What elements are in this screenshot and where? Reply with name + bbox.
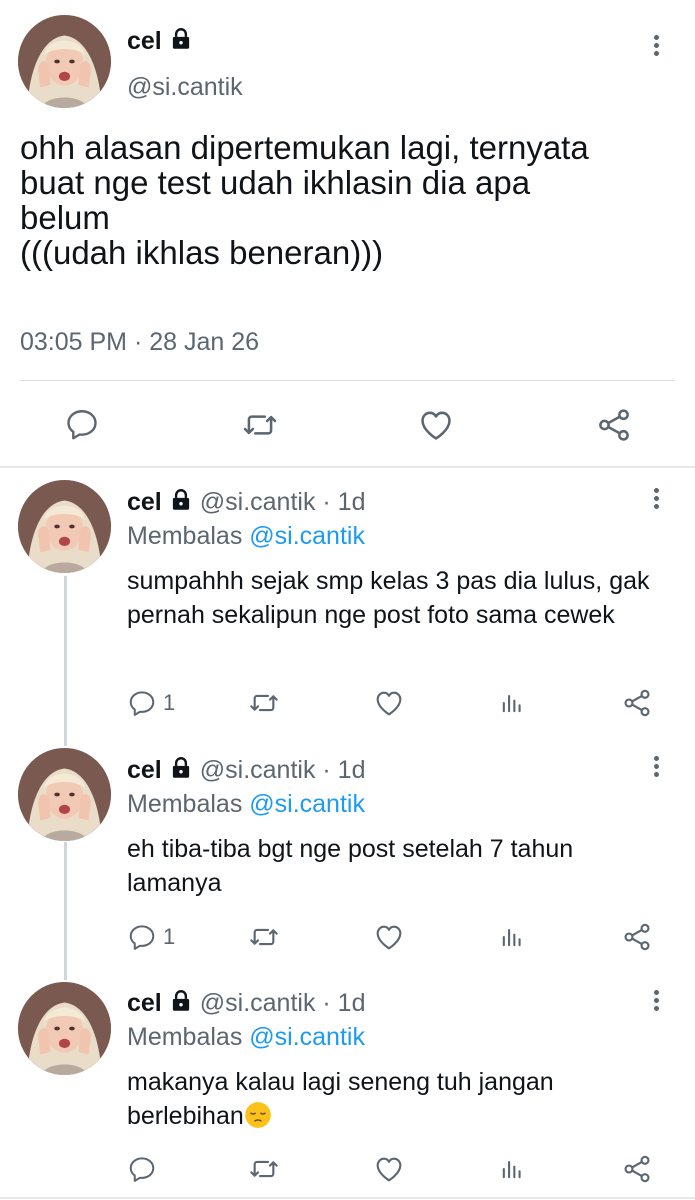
tweet-timestamp[interactable]: 03:05 PM · 28 Jan 26 (20, 328, 259, 357)
views-icon (498, 922, 526, 952)
share-button[interactable] (621, 921, 653, 953)
reply-header[interactable]: cel @si.cantik · 1d (127, 988, 365, 1018)
views-button[interactable] (498, 922, 526, 952)
avatar[interactable] (18, 982, 111, 1075)
replying-to-mention[interactable]: @si.cantik (249, 522, 365, 550)
avatar-image (18, 480, 111, 573)
reply-button[interactable]: 1 (127, 922, 175, 952)
share-button[interactable] (595, 406, 633, 444)
pensive-face-emoji (244, 1101, 272, 1129)
author-name[interactable]: cel (127, 26, 194, 56)
author-handle-time: @si.cantik · 1d (199, 756, 366, 784)
lock-icon (168, 487, 194, 513)
replying-to-mention[interactable]: @si.cantik (249, 790, 365, 818)
like-button[interactable] (373, 921, 405, 953)
reply-text: eh tiba-tiba bgt nge post setelah 7 tahu… (127, 835, 574, 897)
author-handle-time: @si.cantik · 1d (199, 989, 366, 1017)
avatar[interactable] (18, 480, 111, 573)
avatar-image (18, 15, 111, 108)
author-name-text: cel (127, 27, 162, 55)
thread-line (64, 842, 67, 980)
thread-line (64, 576, 67, 746)
divider (20, 380, 675, 381)
avatar-image (18, 748, 111, 841)
replying-to-prefix: Membalas (127, 790, 250, 818)
like-button[interactable] (373, 1153, 405, 1185)
reply-count: 1 (163, 690, 176, 715)
share-button[interactable] (621, 687, 653, 719)
avatar[interactable] (18, 15, 111, 108)
retweet-button[interactable] (248, 921, 280, 953)
reply-header[interactable]: cel @si.cantik · 1d (127, 755, 365, 785)
reply-icon (127, 922, 157, 952)
views-icon (498, 1154, 526, 1184)
share-icon (621, 921, 653, 953)
share-icon (595, 406, 633, 444)
lock-icon (168, 755, 194, 781)
reply-icon (64, 406, 100, 442)
reply-text-content: makanya kalau lagi seneng tuh jangan ber… (127, 1068, 554, 1130)
like-button[interactable] (373, 687, 405, 719)
reply-icon (127, 688, 157, 718)
retweet-icon (248, 1153, 280, 1185)
like-icon (373, 1153, 405, 1185)
reply-button[interactable] (64, 406, 100, 442)
like-button[interactable] (417, 406, 455, 444)
replying-to: Membalas @si.cantik (127, 790, 365, 819)
share-icon (621, 1153, 653, 1185)
share-button[interactable] (621, 1153, 653, 1185)
like-icon (373, 687, 405, 719)
retweet-button[interactable] (248, 687, 280, 719)
replying-to-prefix: Membalas (127, 522, 250, 550)
reply-button[interactable] (127, 1154, 163, 1184)
share-icon (621, 687, 653, 719)
reply-button[interactable]: 1 (127, 688, 175, 718)
views-button[interactable] (498, 688, 526, 718)
more-icon[interactable] (652, 488, 660, 514)
replying-to: Membalas @si.cantik (127, 522, 365, 551)
lock-icon (168, 988, 194, 1014)
more-icon[interactable] (652, 990, 660, 1016)
retweet-button[interactable] (248, 1153, 280, 1185)
author-name: cel (127, 989, 162, 1017)
bottom-divider (0, 1197, 695, 1199)
views-button[interactable] (498, 1154, 526, 1184)
replying-to: Membalas @si.cantik (127, 1023, 365, 1052)
like-icon (417, 406, 455, 444)
author-name: cel (127, 488, 162, 516)
views-icon (498, 688, 526, 718)
avatar-image (18, 982, 111, 1075)
reply-text: sumpahhh sejak smp kelas 3 pas dia lulus… (127, 567, 650, 629)
replying-to-prefix: Membalas (127, 1023, 250, 1051)
more-icon[interactable] (652, 35, 660, 61)
lock-icon (168, 26, 194, 52)
retweet-icon (248, 687, 280, 719)
replying-to-mention[interactable]: @si.cantik (249, 1023, 365, 1051)
author-handle[interactable]: @si.cantik (127, 73, 243, 102)
section-divider (0, 466, 695, 468)
retweet-icon (241, 406, 279, 444)
author-name: cel (127, 756, 162, 784)
retweet-icon (248, 921, 280, 953)
retweet-button[interactable] (241, 406, 279, 444)
like-icon (373, 921, 405, 953)
more-icon[interactable] (652, 756, 660, 782)
reply-header[interactable]: cel @si.cantik · 1d (127, 487, 365, 517)
avatar[interactable] (18, 748, 111, 841)
reply-text: makanya kalau lagi seneng tuh jangan ber… (127, 1065, 672, 1133)
author-handle-time: @si.cantik · 1d (199, 488, 366, 516)
tweet-text: ohh alasan dipertemukan lagi, ternyata b… (20, 129, 589, 271)
reply-count: 1 (163, 924, 176, 949)
reply-icon (127, 1154, 157, 1184)
